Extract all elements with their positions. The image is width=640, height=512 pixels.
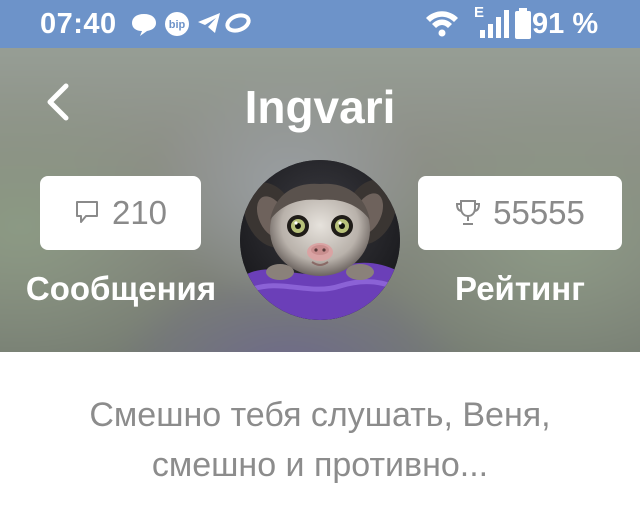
lemur-avatar[interactable] xyxy=(240,160,400,320)
status-bar: 07:40 bip E 91 % xyxy=(0,0,640,48)
status-time: 07:40 xyxy=(40,8,117,40)
network-type: E xyxy=(474,4,485,21)
bip-icon: bip xyxy=(165,12,189,36)
battery-icon xyxy=(515,8,531,39)
rating-label: Рейтинг xyxy=(455,270,585,307)
profile-bio: Смешно тебя слушать, Веня, смешно и прот… xyxy=(0,390,640,490)
infinity-icon xyxy=(225,13,251,33)
rating-button[interactable]: 55555 xyxy=(418,176,622,250)
signal-icon xyxy=(480,10,509,38)
message-bubble-icon xyxy=(74,196,100,230)
trophy-icon xyxy=(455,196,481,230)
bip-label: bip xyxy=(169,19,186,31)
messages-count: 210 xyxy=(111,194,168,231)
profile-header: Ingvari 210 55555 Сообщения Рейтинг xyxy=(0,48,640,352)
profile-title: Ingvari xyxy=(244,81,396,133)
bio-line-1: Смешно тебя слушать, Веня, xyxy=(89,396,551,434)
messages-label: Сообщения xyxy=(25,270,217,307)
profile-screen: 07:40 bip E 91 % Ingvari 210 55555 Сообщ… xyxy=(0,0,640,512)
bio-line-2: смешно и противно... xyxy=(151,446,489,484)
chat-bubble-icon xyxy=(132,14,156,36)
wifi-icon xyxy=(426,11,458,37)
battery-percentage: 91 % xyxy=(532,8,599,40)
rating-value: 55555 xyxy=(493,194,585,231)
telegram-icon xyxy=(198,13,220,33)
messages-count-button[interactable]: 210 xyxy=(40,176,201,250)
